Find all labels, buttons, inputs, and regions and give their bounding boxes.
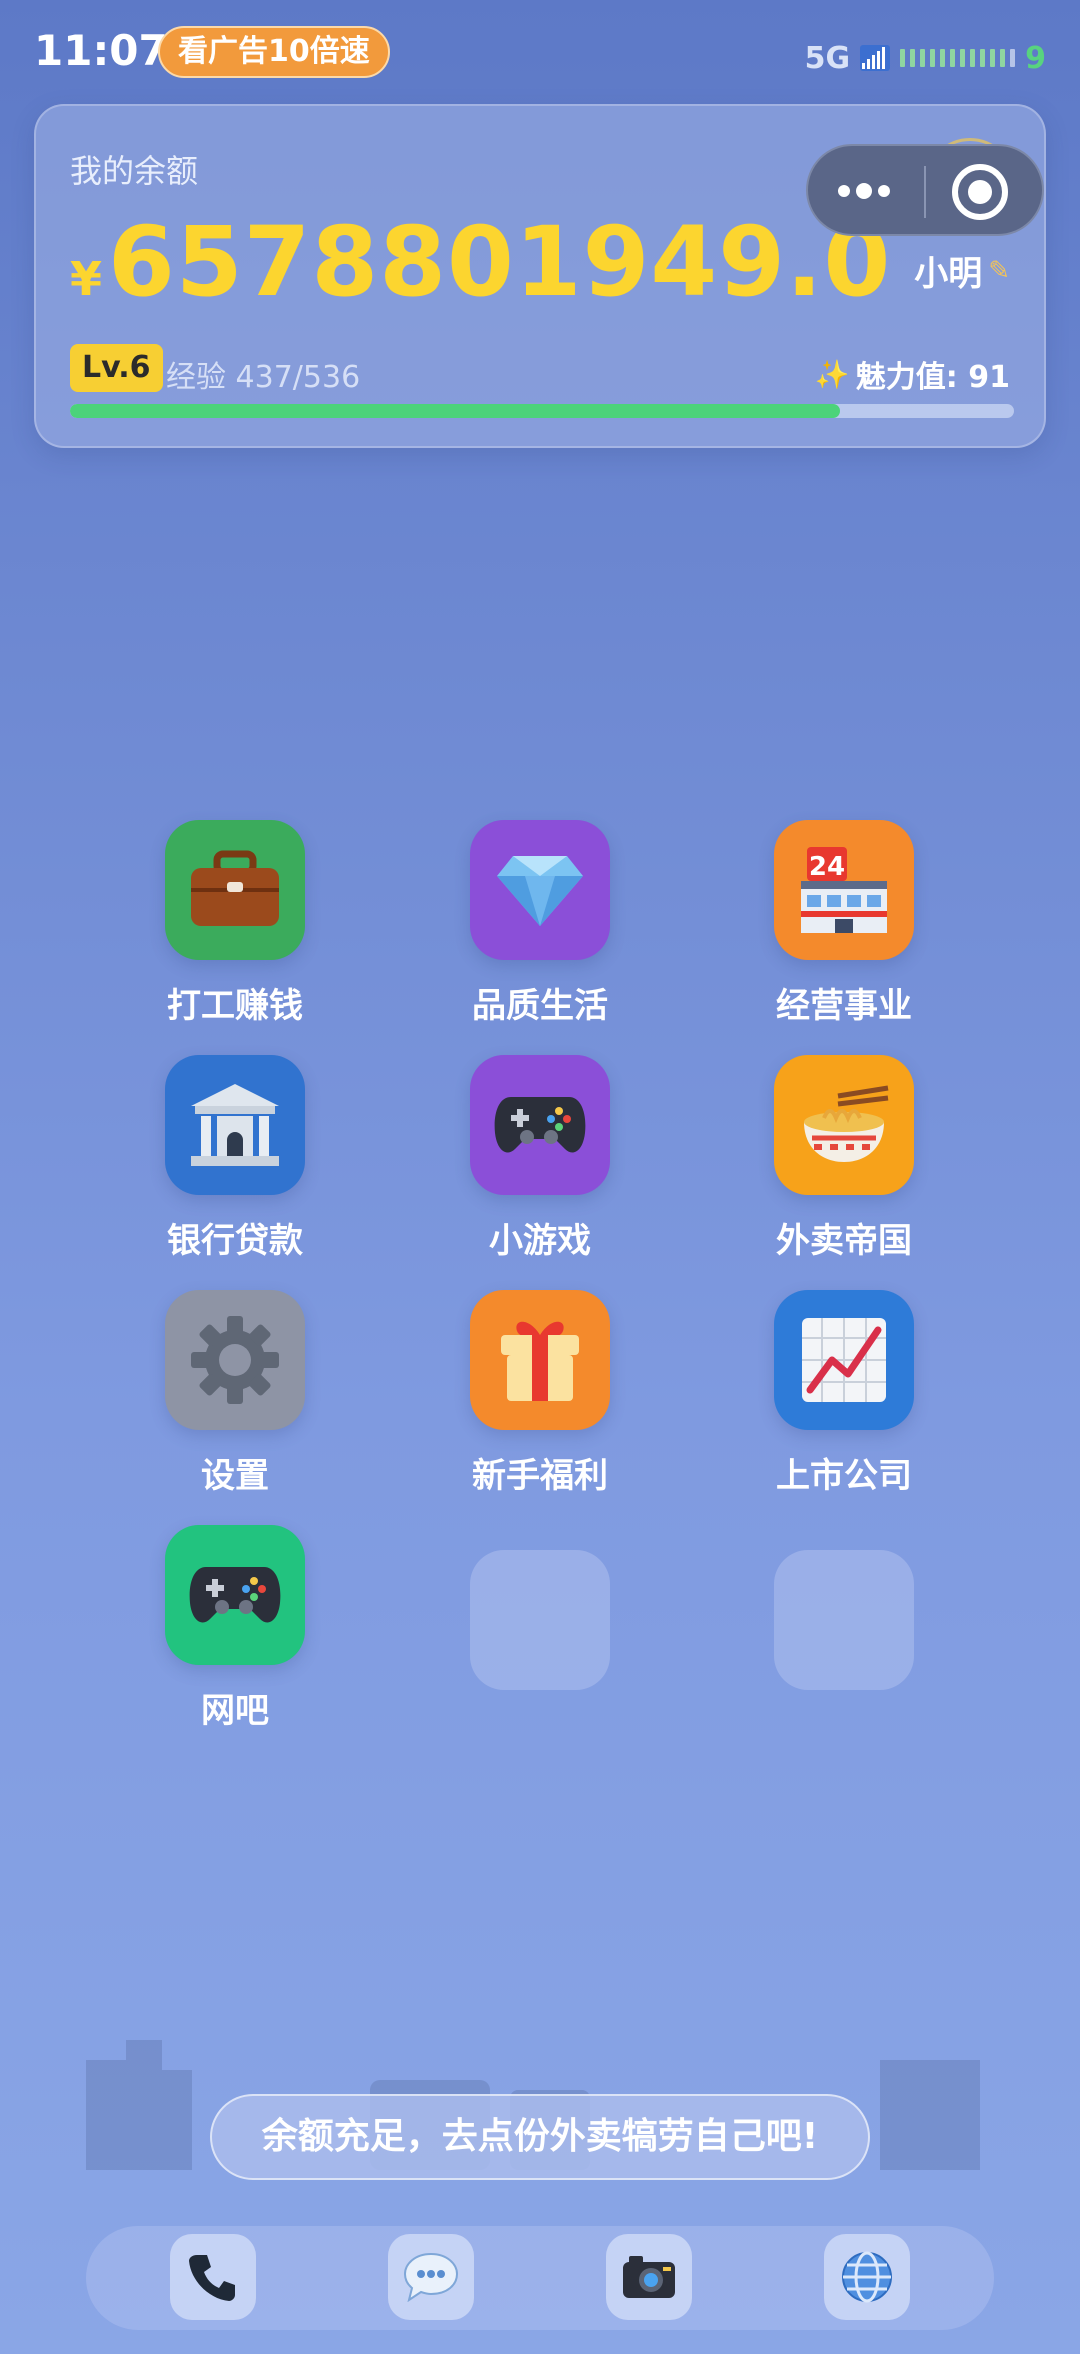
battery-level: 9 xyxy=(1025,40,1046,76)
battery-tick xyxy=(980,49,986,67)
app-label: 打工赚钱 xyxy=(167,986,303,1026)
signal-icon xyxy=(860,45,891,71)
app-quality-life[interactable]: 品质生活 xyxy=(440,820,640,1027)
app-internet-cafe[interactable]: 网吧 xyxy=(135,1525,335,1732)
briefcase-icon xyxy=(165,820,305,960)
battery-tick xyxy=(900,49,906,67)
stock-chart-icon xyxy=(774,1290,914,1430)
app-label: 上市公司 xyxy=(776,1456,912,1496)
battery-tick xyxy=(970,49,976,67)
battery-tick xyxy=(950,49,956,67)
svg-text:24: 24 xyxy=(809,852,845,882)
battery-tick xyxy=(910,49,916,67)
phone-icon xyxy=(189,2255,235,2301)
network-label: 5G xyxy=(804,40,851,76)
gear-icon xyxy=(165,1290,305,1430)
noodle-bowl-icon xyxy=(774,1055,914,1195)
app-mini-games[interactable]: 小游戏 xyxy=(440,1055,640,1262)
status-bar: 11:07 看广告10倍速 5G 9 xyxy=(0,0,1080,100)
ad-speed-button[interactable]: 看广告10倍速 xyxy=(158,26,390,78)
app-label: 银行贷款 xyxy=(167,1221,303,1261)
bottom-dock xyxy=(86,2226,994,2330)
currency-symbol: ¥ xyxy=(70,252,103,306)
charm-row: ✨ 魅力值: 91 xyxy=(815,352,1010,396)
camera-icon xyxy=(623,2256,675,2298)
bank-icon xyxy=(165,1055,305,1195)
balance-card: 我的余额 ¥ 6578801949.0 小明 ✎ Lv.6 经验 437/536… xyxy=(34,104,1046,448)
capsule-divider xyxy=(924,166,926,218)
level-badge: Lv.6 xyxy=(70,344,163,392)
edit-pencil-icon[interactable]: ✎ xyxy=(988,256,1010,286)
exp-text: 经验 437/536 xyxy=(166,360,361,395)
battery-tick xyxy=(930,49,936,67)
diamond-icon xyxy=(470,820,610,960)
app-listed-company[interactable]: 上市公司 xyxy=(744,1290,944,1497)
more-dots-icon[interactable] xyxy=(838,176,898,206)
app-label: 小游戏 xyxy=(489,1221,591,1261)
balance-amount: ¥ 6578801949.0 xyxy=(70,206,891,318)
chat-icon xyxy=(403,2252,459,2302)
toast-message: 余额充足，去点份外卖犒劳自己吧! xyxy=(210,2094,870,2180)
app-label: 外卖帝国 xyxy=(776,1221,912,1261)
mini-program-capsule xyxy=(806,144,1044,236)
battery-tick xyxy=(1010,49,1016,67)
empty-app-slot xyxy=(470,1550,610,1690)
dock-camera[interactable] xyxy=(606,2234,692,2320)
app-newbie-benefits[interactable]: 新手福利 xyxy=(440,1290,640,1497)
battery-tick xyxy=(990,49,996,67)
battery-tick xyxy=(1000,49,1006,67)
app-business[interactable]: 24 经营事业 xyxy=(744,820,944,1027)
close-target-icon[interactable] xyxy=(952,164,1008,220)
globe-icon xyxy=(842,2251,892,2303)
app-label: 新手福利 xyxy=(472,1456,608,1496)
status-time: 11:07 xyxy=(34,26,168,75)
app-label: 品质生活 xyxy=(472,986,608,1026)
sparkle-icon: ✨ xyxy=(814,357,850,391)
dock-phone[interactable] xyxy=(170,2234,256,2320)
battery-tick xyxy=(920,49,926,67)
gift-icon xyxy=(470,1290,610,1430)
battery-icon xyxy=(900,49,1016,67)
app-label: 网吧 xyxy=(201,1691,269,1731)
empty-app-slot xyxy=(774,1550,914,1690)
dock-browser[interactable] xyxy=(824,2234,910,2320)
gamepad-icon xyxy=(470,1055,610,1195)
app-work[interactable]: 打工赚钱 xyxy=(135,820,335,1027)
app-food-delivery[interactable]: 外卖帝国 xyxy=(744,1055,944,1262)
app-label: 经营事业 xyxy=(776,986,912,1026)
store-24-icon: 24 xyxy=(774,820,914,960)
exp-progress-fill xyxy=(70,404,840,418)
gamepad-icon xyxy=(165,1525,305,1665)
exp-progress-bar xyxy=(70,404,1014,418)
status-indicators: 5G 9 xyxy=(805,40,1046,76)
battery-tick xyxy=(960,49,966,67)
charm-value: 魅力值: 91 xyxy=(855,360,1010,395)
dock-messages[interactable] xyxy=(388,2234,474,2320)
balance-label: 我的余额 xyxy=(70,152,199,190)
balance-value: 6578801949.0 xyxy=(108,206,892,318)
app-settings[interactable]: 设置 xyxy=(135,1290,335,1497)
app-label: 设置 xyxy=(201,1456,269,1496)
user-name-row[interactable]: 小明 ✎ xyxy=(914,246,1010,295)
user-name: 小明 xyxy=(914,254,983,294)
battery-tick xyxy=(940,49,946,67)
app-bank-loan[interactable]: 银行贷款 xyxy=(135,1055,335,1262)
